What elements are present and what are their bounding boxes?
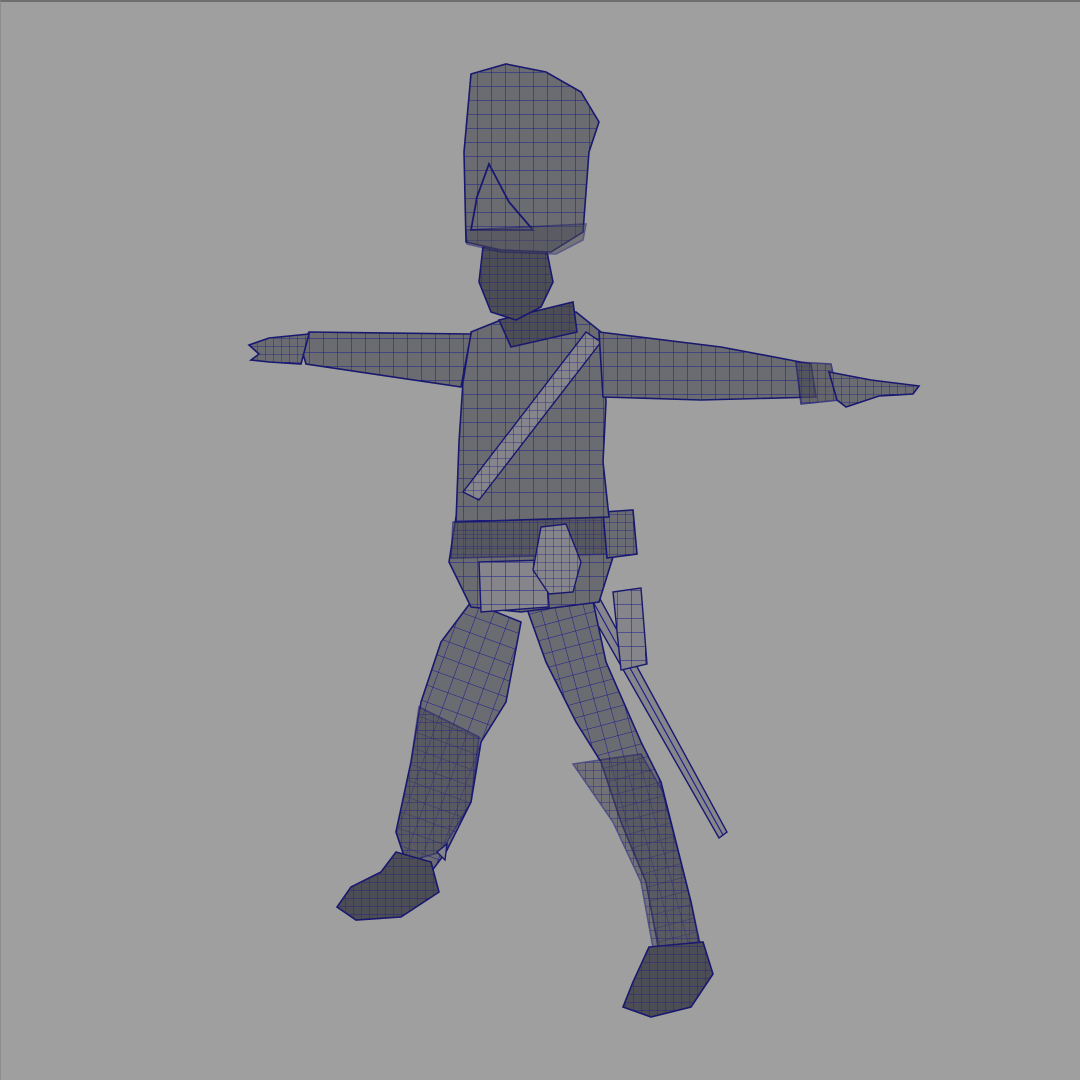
soldier-mesh-model[interactable]	[1, 2, 1080, 1080]
3d-viewport[interactable]	[0, 0, 1080, 1080]
torso	[455, 301, 610, 523]
left-arm	[247, 331, 472, 388]
left-leg	[335, 601, 522, 921]
waist-belt	[448, 513, 614, 613]
right-arm	[598, 331, 921, 408]
tall-hat	[463, 63, 600, 255]
